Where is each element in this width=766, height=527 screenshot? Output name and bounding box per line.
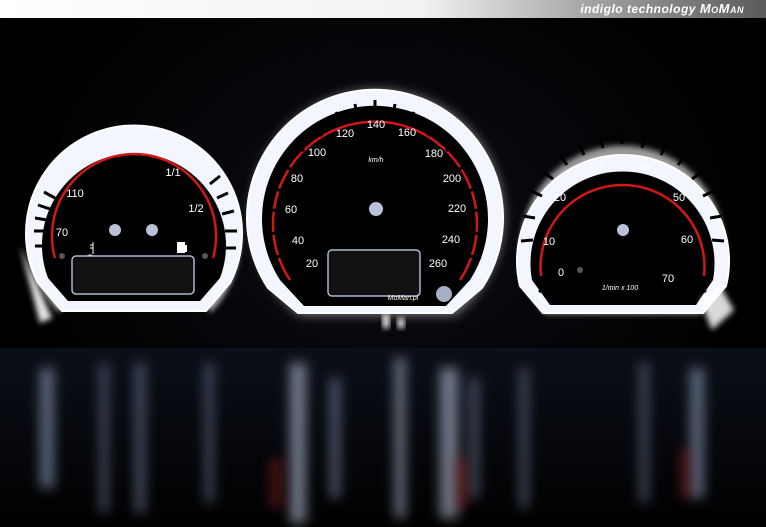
brand-text: indiglo technology MoMan: [580, 1, 744, 16]
speed-unit: km/h: [368, 157, 383, 164]
left-lcd-window: [71, 255, 195, 295]
speed-label: 60: [285, 204, 297, 216]
rpm-label: 30: [590, 161, 602, 173]
speedometer: 20 40 60 80 100 120 140 160 180 200 220 …: [246, 88, 504, 328]
left-gauge: 70 110 1/2 1/1: [20, 124, 243, 323]
temp-needle-pivot: [109, 224, 121, 236]
temp-label-high: 110: [66, 188, 84, 200]
fuel-label-half: 1/2: [188, 203, 203, 215]
rpm-label: 50: [673, 192, 685, 204]
speed-label: 260: [429, 258, 447, 270]
fuel-label-full: 1/1: [165, 167, 180, 179]
fuel-needle-pivot: [146, 224, 158, 236]
rpm-label: 20: [554, 192, 566, 204]
speed-label: 180: [425, 148, 443, 160]
rpm-label: 70: [662, 273, 674, 285]
speed-label: 120: [336, 128, 354, 140]
speed-label: 20: [306, 258, 318, 270]
speed-label: 80: [291, 173, 303, 185]
rpm-label: 40: [639, 161, 651, 173]
tachometer: 0 10 20 30 40 50 60 70 1/min x 100: [516, 132, 734, 330]
speed-label: 40: [292, 235, 304, 247]
speed-label: 220: [448, 203, 466, 215]
rpm-needle-pivot: [617, 224, 629, 236]
rpm-label: 10: [543, 236, 555, 248]
rpm-unit: 1/min x 100: [602, 285, 638, 292]
brand-banner: indiglo technology MoMan: [0, 0, 766, 18]
odometer-window: [327, 249, 421, 297]
brand-logo: MoMan: [699, 1, 744, 16]
trip-reset-button[interactable]: [436, 286, 452, 302]
cluster-graphic: 70 110 1/2 1/1 20 40 60 80 100 120 140 1…: [0, 88, 766, 527]
speed-label: 140: [367, 119, 385, 131]
instrument-cluster: 70 110 1/2 1/1 20 40 60 80 100 120 140 1…: [0, 18, 766, 527]
temp-label-low: 70: [56, 227, 68, 239]
rpm-label: 60: [681, 234, 693, 246]
speed-label: 100: [308, 147, 326, 159]
speedometer-brand: MoMan.pl: [388, 295, 419, 302]
speed-label: 200: [443, 173, 461, 185]
rpm-label: 0: [558, 267, 564, 279]
speed-needle-pivot: [369, 202, 383, 216]
speed-label: 160: [398, 127, 416, 139]
speed-label: 240: [442, 234, 460, 246]
floor: [0, 348, 766, 527]
